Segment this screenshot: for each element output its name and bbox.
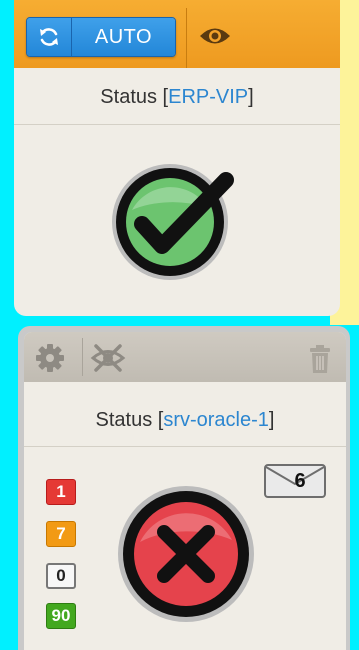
host-name-link[interactable]: srv-oracle-1 (163, 409, 269, 431)
watch-button[interactable] (192, 17, 238, 55)
unwatch-button[interactable] (88, 342, 128, 374)
delete-button[interactable] (306, 342, 334, 376)
card-toolbar: AUTO (14, 0, 340, 68)
eye-off-icon (90, 344, 126, 372)
badge-unknown[interactable]: 0 (46, 563, 76, 589)
title-prefix: Status [ (95, 409, 164, 431)
gear-icon (36, 344, 64, 372)
toolbar-divider (186, 8, 187, 68)
page: AUTO Status [ERP-VIP] Status [srv-oracle… (0, 0, 359, 650)
check-circle-icon (112, 164, 234, 280)
messages-button[interactable]: 6 (264, 464, 326, 498)
status-card-srv-oracle-1: Status [srv-oracle-1] 1 7 0 90 6 (24, 332, 346, 650)
refresh-button[interactable] (27, 18, 72, 56)
badge-ok[interactable]: 90 (46, 603, 76, 629)
status-card-erp-vip: AUTO Status [ERP-VIP] (14, 0, 340, 316)
divider (24, 446, 346, 447)
card-toolbar (24, 332, 346, 382)
toolbar-divider (82, 338, 83, 376)
messages-count: 6 (294, 470, 306, 492)
x-circle-icon (118, 486, 254, 622)
trash-icon (310, 345, 330, 373)
refresh-icon (40, 28, 58, 46)
badge-warning[interactable]: 7 (46, 521, 76, 547)
refresh-button-group: AUTO (26, 17, 176, 57)
eye-icon (200, 28, 230, 44)
card-title: Status [srv-oracle-1] (24, 409, 346, 432)
badge-critical[interactable]: 1 (46, 479, 76, 505)
settings-button[interactable] (34, 342, 66, 374)
title-prefix: Status [ (100, 86, 169, 108)
card-title: Status [ERP-VIP] (14, 86, 340, 109)
auto-refresh-button[interactable]: AUTO (72, 18, 175, 56)
title-suffix: ] (248, 86, 254, 108)
title-suffix: ] (268, 409, 275, 431)
divider (14, 124, 340, 125)
host-name-link[interactable]: ERP-VIP (168, 86, 248, 108)
